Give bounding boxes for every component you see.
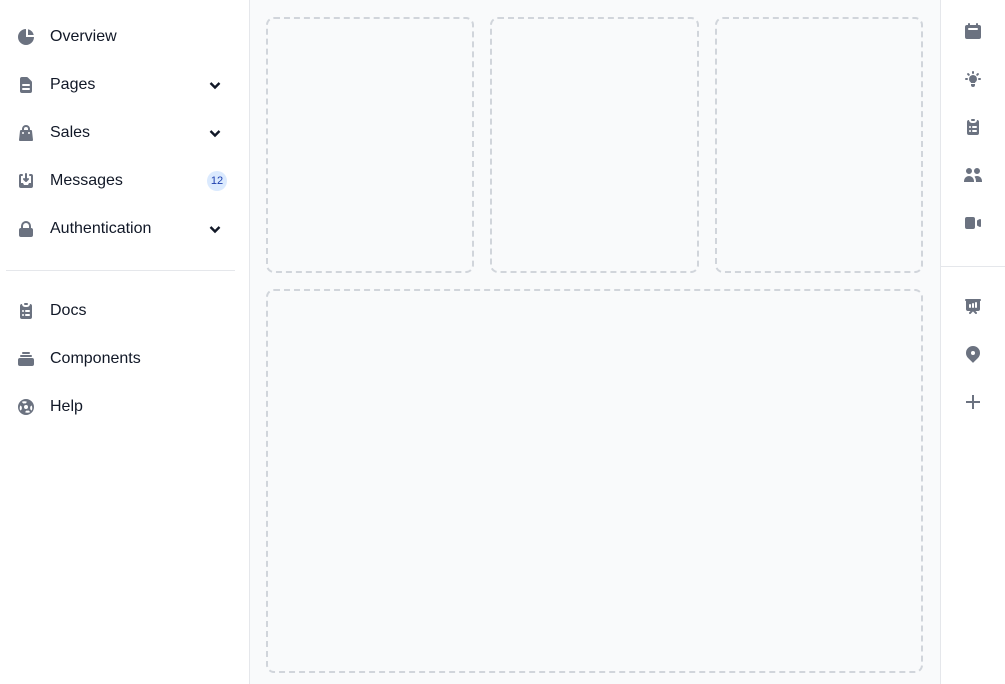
location-button[interactable] — [941, 332, 1005, 380]
presentation-icon — [963, 296, 983, 321]
video-icon — [963, 213, 983, 238]
placeholder-card — [715, 17, 923, 273]
sidebar-item-help[interactable]: Help — [0, 383, 249, 431]
sidebar-item-messages[interactable]: Messages 12 — [0, 157, 249, 205]
sidebar-item-pages[interactable]: Pages — [0, 61, 249, 109]
clipboard-list-icon — [16, 301, 36, 321]
add-button[interactable] — [941, 380, 1005, 428]
right-toolbar — [940, 0, 1005, 684]
sidebar-nav: Overview Pages Sales Messages 12 Authent… — [0, 0, 249, 253]
sidebar-item-label: Docs — [50, 302, 87, 319]
sidebar-item-label: Authentication — [50, 220, 152, 237]
calendar-icon — [963, 21, 983, 46]
presentation-button[interactable] — [941, 284, 1005, 332]
collection-icon — [16, 349, 36, 369]
sidebar-item-label: Help — [50, 398, 83, 415]
sidebar-item-label: Messages — [50, 172, 123, 189]
messages-count-badge: 12 — [207, 171, 227, 191]
chevron-down-icon[interactable] — [207, 125, 223, 141]
sidebar-secondary-nav: Docs Components Help — [0, 287, 249, 431]
main-content — [250, 0, 940, 684]
sidebar-item-label: Sales — [50, 124, 91, 141]
plus-icon — [963, 392, 983, 417]
sidebar-item-docs[interactable]: Docs — [0, 287, 249, 335]
sidebar-item-label: Components — [50, 350, 141, 367]
sidebar-item-label: Overview — [50, 28, 117, 45]
sidebar-item-label: Pages — [50, 76, 96, 93]
document-icon — [16, 75, 36, 95]
sidebar-item-components[interactable]: Components — [0, 335, 249, 383]
placeholder-card — [490, 17, 699, 273]
chevron-down-icon[interactable] — [207, 77, 223, 93]
right-toolbar-group-top — [941, 0, 1005, 249]
sidebar-item-authentication[interactable]: Authentication — [0, 205, 249, 253]
shopping-bag-icon — [16, 123, 36, 143]
users-button[interactable] — [941, 153, 1005, 201]
sidebar-item-overview[interactable]: Overview — [0, 13, 249, 61]
right-toolbar-divider — [941, 266, 1005, 267]
map-pin-icon — [963, 344, 983, 369]
clipboard-icon — [963, 117, 983, 142]
right-toolbar-group-bottom — [941, 284, 1005, 428]
placeholder-card — [266, 17, 474, 273]
placeholder-panel-large — [266, 289, 923, 673]
users-icon — [963, 165, 983, 190]
support-icon — [16, 397, 36, 417]
inbox-icon — [16, 171, 36, 191]
tasks-button[interactable] — [941, 105, 1005, 153]
sidebar: Overview Pages Sales Messages 12 Authent… — [0, 0, 250, 684]
sidebar-divider — [6, 270, 235, 271]
sidebar-item-sales[interactable]: Sales — [0, 109, 249, 157]
pie-chart-icon — [16, 27, 36, 47]
lightbulb-icon — [963, 69, 983, 94]
calendar-button[interactable] — [941, 9, 1005, 57]
video-button[interactable] — [941, 201, 1005, 249]
chevron-down-icon[interactable] — [207, 221, 223, 237]
ideas-button[interactable] — [941, 57, 1005, 105]
lock-icon — [16, 219, 36, 239]
